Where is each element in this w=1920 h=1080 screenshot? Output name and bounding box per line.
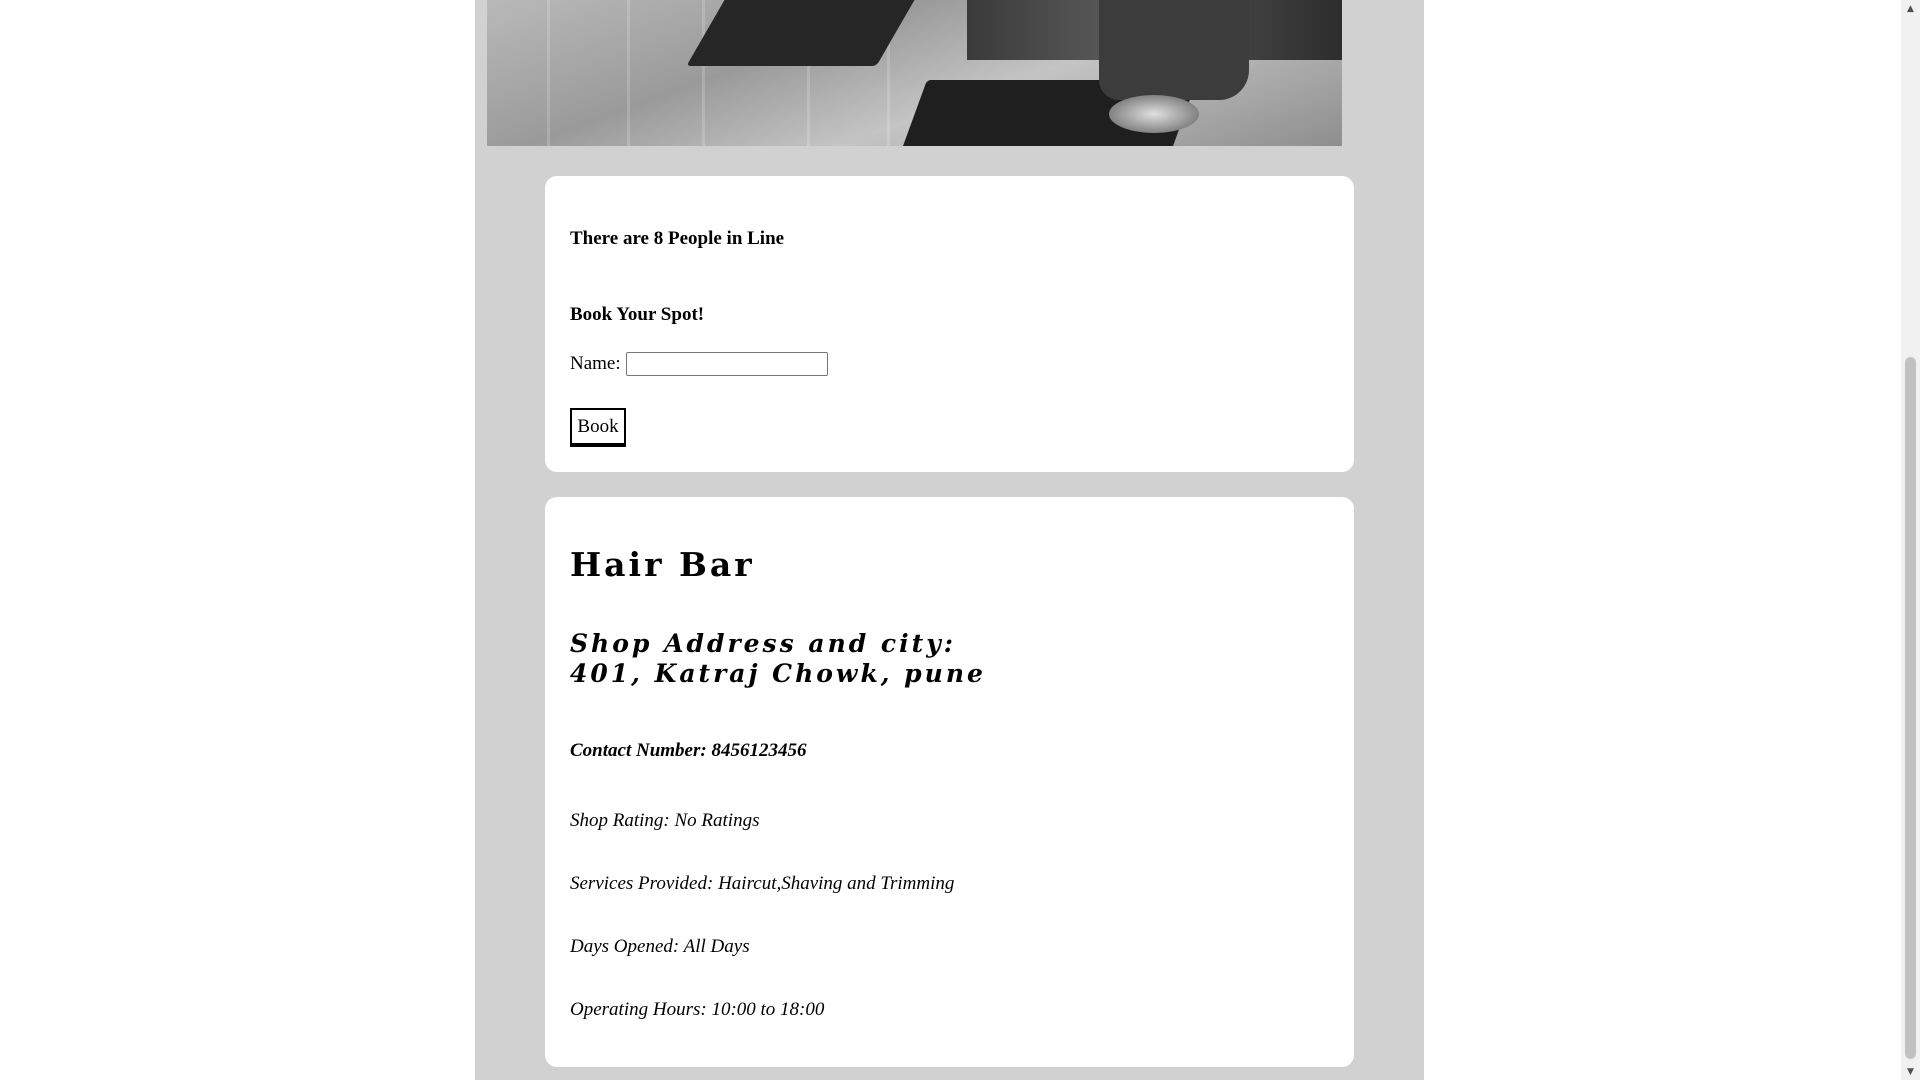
- name-label: Name:: [570, 353, 621, 374]
- queue-count-text: There are 8 People in Line: [570, 228, 785, 249]
- name-row: Name:: [570, 352, 828, 376]
- shop-details-card: Hair Bar Shop Address and city: 401, Kat…: [545, 497, 1354, 1067]
- booking-card: There are 8 People in Line Book Your Spo…: [545, 176, 1354, 472]
- salon-hero-image: [487, 0, 1342, 146]
- operating-hours: Operating Hours: 10:00 to 18:00: [570, 999, 825, 1020]
- scrollbar-thumb[interactable]: [1905, 357, 1916, 1059]
- page-column: There are 8 People in Line Book Your Spo…: [475, 0, 1424, 1080]
- scroll-up-arrow-icon[interactable]: ▲: [1901, 0, 1920, 17]
- days-opened: Days Opened: All Days: [570, 936, 750, 957]
- services-provided: Services Provided: Haircut,Shaving and T…: [570, 873, 955, 894]
- name-input[interactable]: [625, 352, 828, 376]
- shop-name: Hair Bar: [570, 545, 755, 584]
- vertical-scrollbar[interactable]: ▲ ▼: [1901, 0, 1920, 1080]
- shop-address-value: 401, Katraj Chowk, pune: [570, 659, 986, 688]
- book-spot-heading: Book Your Spot!: [570, 304, 705, 325]
- shop-address: Shop Address and city: 401, Katraj Chowk…: [570, 629, 986, 689]
- contact-number: Contact Number: 8456123456: [570, 740, 807, 761]
- shop-rating: Shop Rating: No Ratings: [570, 810, 760, 831]
- book-button[interactable]: Book: [570, 408, 626, 447]
- shop-address-label: Shop Address and city:: [570, 629, 956, 658]
- scroll-down-arrow-icon[interactable]: ▼: [1901, 1063, 1920, 1080]
